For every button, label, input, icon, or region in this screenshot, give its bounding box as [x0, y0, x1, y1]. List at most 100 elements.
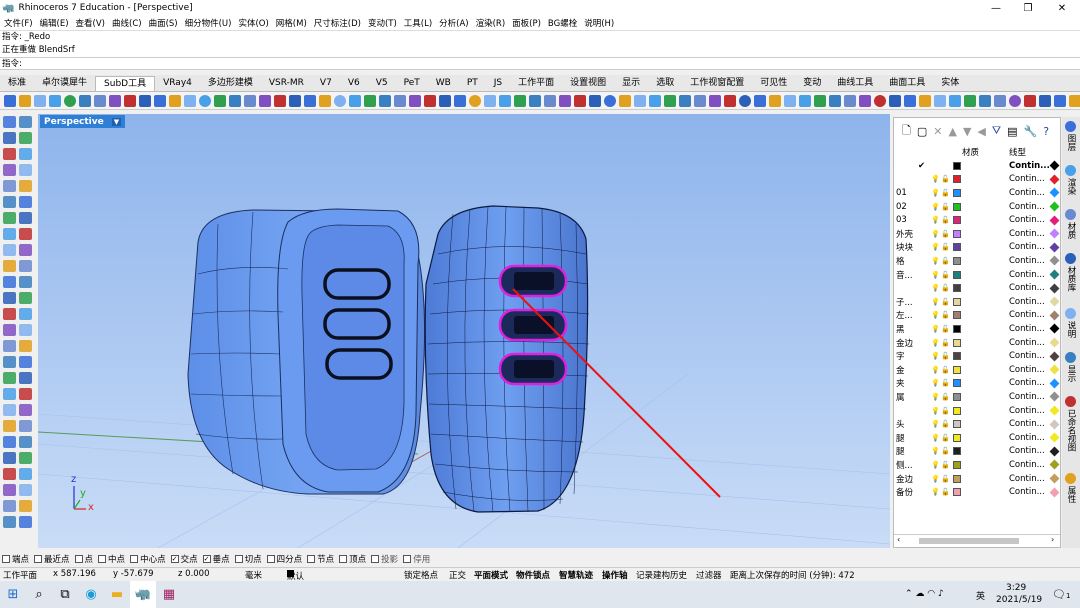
tool-icon[interactable]	[3, 212, 16, 224]
cplane-label[interactable]: 工作平面	[3, 569, 37, 581]
subd-tool-icon[interactable]	[288, 94, 301, 107]
tool-icon[interactable]	[19, 388, 32, 400]
side-tab-2[interactable]: 材质	[1064, 222, 1078, 239]
layer-unlock-icon[interactable]: 🔓	[941, 352, 950, 360]
tool-icon[interactable]	[3, 340, 16, 352]
tool-icon[interactable]	[19, 196, 32, 208]
toolbar-tab[interactable]: 标准	[0, 76, 34, 91]
tool-icon[interactable]	[3, 516, 16, 528]
subd-tool-icon[interactable]	[843, 94, 856, 107]
layer-row[interactable]: 外壳 💡 🔓 Contin...	[894, 227, 1060, 241]
layer-row[interactable]: 02 💡 🔓 Contin...	[894, 200, 1060, 214]
tool-icon[interactable]	[3, 308, 16, 320]
notification-icon[interactable]: 🗨1	[1052, 588, 1070, 601]
menu-item[interactable]: 面板(P)	[512, 17, 541, 29]
filter-toggle[interactable]: 过滤器	[696, 569, 722, 581]
menu-item[interactable]: 网格(M)	[276, 17, 307, 29]
layer-color-swatch[interactable]	[953, 229, 961, 238]
subd-tool-icon[interactable]	[273, 94, 286, 107]
menu-item[interactable]: 尺寸标注(D)	[314, 17, 361, 29]
layer-visible-bulb-icon[interactable]: 💡	[931, 366, 940, 374]
tool-icon[interactable]	[3, 500, 16, 512]
tool-icon[interactable]	[3, 164, 16, 176]
osnap-option[interactable]: 端点	[2, 553, 29, 565]
tool-icon[interactable]	[19, 356, 32, 368]
selected-slots[interactable]	[498, 264, 568, 386]
layer-linetype[interactable]: Contin...	[1009, 433, 1045, 443]
layer-name[interactable]: 金边	[896, 473, 926, 485]
toolbar-tab[interactable]: 设置视图	[562, 76, 614, 91]
osnap-checkbox[interactable]	[307, 555, 316, 563]
print-color-diamond-icon[interactable]	[1049, 255, 1060, 266]
subd-tool-icon[interactable]	[213, 94, 226, 107]
layers-hscrollbar[interactable]: ‹ ›	[894, 534, 1060, 547]
left-shell-model[interactable]	[187, 208, 426, 495]
layer-color-swatch[interactable]	[953, 297, 961, 306]
toolbar-tab[interactable]: V6	[340, 76, 368, 91]
subd-tool-icon[interactable]	[633, 94, 646, 107]
subd-tool-icon[interactable]	[708, 94, 721, 107]
print-color-diamond-icon[interactable]	[1049, 351, 1060, 362]
tools-icon[interactable]: 🔧	[1024, 125, 1038, 138]
toolbar-tab[interactable]: SubD工具	[95, 76, 156, 91]
layer-visible-bulb-icon[interactable]: 💡	[931, 420, 940, 428]
osnap-checkbox[interactable]	[403, 555, 412, 563]
print-color-diamond-icon[interactable]	[1049, 296, 1060, 307]
maximize-button[interactable]: ❐	[1012, 0, 1044, 16]
layer-unlock-icon[interactable]: 🔓	[941, 175, 950, 183]
print-color-diamond-icon[interactable]	[1049, 473, 1060, 484]
layer-row[interactable]: 属 💡 🔓 Contin...	[894, 390, 1060, 404]
tool-icon[interactable]	[3, 436, 16, 448]
subd-tool-icon[interactable]	[663, 94, 676, 107]
subd-tool-icon[interactable]	[93, 94, 106, 107]
toolbar-tab[interactable]: 实体	[933, 76, 967, 91]
side-tab-icon[interactable]	[1065, 352, 1076, 363]
print-color-diamond-icon[interactable]	[1049, 391, 1060, 402]
layer-unlock-icon[interactable]: 🔓	[941, 447, 950, 455]
layer-linetype[interactable]: Contin...	[1009, 161, 1050, 171]
layer-row[interactable]: 夹 💡 🔓 Contin...	[894, 377, 1060, 391]
tool-icon[interactable]	[19, 324, 32, 336]
file-explorer-icon[interactable]: ▬	[104, 581, 130, 608]
subd-tool-icon[interactable]	[393, 94, 406, 107]
menu-item[interactable]: 细分物件(U)	[185, 17, 232, 29]
layer-visible-bulb-icon[interactable]: 💡	[931, 339, 940, 347]
tool-icon[interactable]	[3, 132, 16, 144]
print-color-diamond-icon[interactable]	[1049, 446, 1060, 457]
subd-tool-icon[interactable]	[333, 94, 346, 107]
layer-linetype[interactable]: Contin...	[1009, 487, 1045, 497]
side-tab-0[interactable]: 图层	[1064, 134, 1078, 151]
layer-linetype[interactable]: Contin...	[1009, 406, 1045, 416]
toolbar-tab[interactable]: V7	[312, 76, 340, 91]
layer-unlock-icon[interactable]: 🔓	[941, 203, 950, 211]
viewport-title-tab[interactable]: Perspective ▼	[40, 115, 126, 128]
subd-tool-icon[interactable]	[1068, 94, 1080, 107]
tool-icon[interactable]	[19, 308, 32, 320]
tool-icon[interactable]	[19, 116, 32, 128]
tool-icon[interactable]	[19, 148, 32, 160]
properties-icon[interactable]: ▤	[1007, 125, 1017, 138]
subd-tool-icon[interactable]	[363, 94, 376, 107]
osnap-checkbox[interactable]	[339, 555, 348, 563]
toolbar-tab[interactable]: 选取	[648, 76, 682, 91]
toolbar-tab[interactable]: 工作平面	[510, 76, 562, 91]
right-shell-model[interactable]	[424, 205, 590, 513]
subd-tool-icon[interactable]	[198, 94, 211, 107]
layer-unlock-icon[interactable]: 🔓	[941, 298, 950, 306]
perspective-viewport[interactable]: z y x	[38, 114, 890, 548]
subd-tool-icon[interactable]	[63, 94, 76, 107]
tool-icon[interactable]	[3, 148, 16, 160]
layer-visible-bulb-icon[interactable]: 💡	[931, 393, 940, 401]
subd-tool-icon[interactable]	[138, 94, 151, 107]
subd-tool-icon[interactable]	[108, 94, 121, 107]
menu-item[interactable]: 工具(L)	[404, 17, 432, 29]
layer-linetype[interactable]: Contin...	[1009, 229, 1045, 239]
osnap-option[interactable]: 中点	[98, 553, 125, 565]
toolbar-tab[interactable]: 工作视窗配置	[682, 76, 752, 91]
layer-name[interactable]: 音...	[896, 269, 926, 281]
tool-icon[interactable]	[19, 212, 32, 224]
subd-tool-icon[interactable]	[903, 94, 916, 107]
move-up-icon[interactable]: ▲	[948, 125, 956, 138]
tool-icon[interactable]	[3, 404, 16, 416]
print-color-diamond-icon[interactable]	[1049, 228, 1060, 239]
